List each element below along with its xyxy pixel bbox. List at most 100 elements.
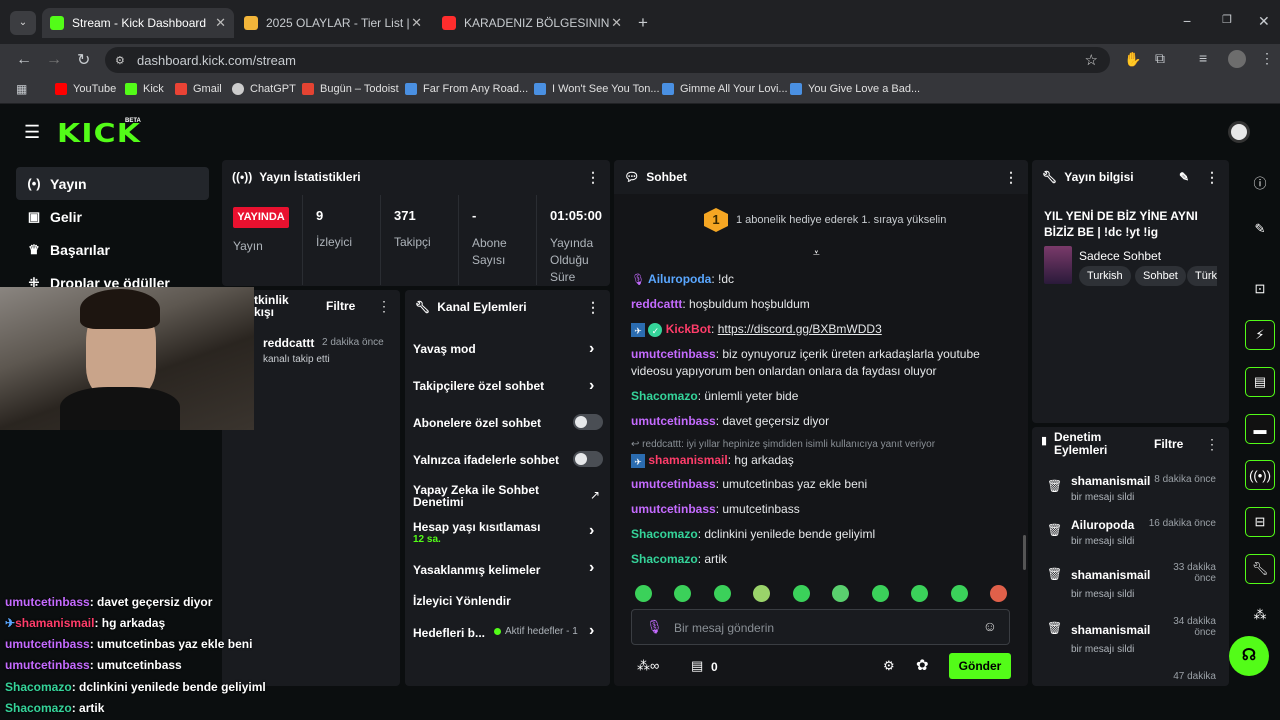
emote-icon[interactable] xyxy=(951,585,968,602)
tag-pill[interactable]: Türk xyxy=(1187,266,1217,286)
send-button[interactable]: Gönder xyxy=(949,653,1011,679)
apps-grid-icon[interactable]: ▦ xyxy=(16,82,27,96)
tab-search-button[interactable]: ⌄ xyxy=(10,11,36,35)
extension-icon[interactable]: ✋ xyxy=(1124,51,1141,68)
more-options-icon[interactable]: ⋮ xyxy=(1004,169,1018,186)
chat-message: umutcetinbass: davet geçersiz diyor xyxy=(631,414,830,428)
emote-icon[interactable] xyxy=(714,585,731,602)
mic-icon[interactable]: 🎙︎ xyxy=(646,619,663,635)
emote-icon[interactable] xyxy=(872,585,889,602)
chat-scrollbar[interactable] xyxy=(1023,535,1026,570)
lightning-icon[interactable]: ⚡︎ xyxy=(1245,320,1275,350)
site-settings-icon[interactable]: ⚙ xyxy=(115,54,125,67)
browser-menu-icon[interactable]: ⋮ xyxy=(1260,50,1274,67)
emoji-picker-icon[interactable]: ☺ xyxy=(983,618,997,634)
bookmark-youtube[interactable]: YouTube xyxy=(55,83,116,95)
chevron-right-icon[interactable]: › xyxy=(589,522,594,540)
raid-item[interactable]: İzleyici Yönlendir xyxy=(413,594,511,608)
store-icon[interactable]: ▤ xyxy=(691,658,703,674)
bookmark-kick[interactable]: Kick xyxy=(125,83,164,95)
points-icon[interactable]: ⁂ xyxy=(1245,600,1275,630)
reload-icon[interactable]: ↻ xyxy=(77,50,90,70)
profile-avatar[interactable] xyxy=(1228,50,1246,68)
notes-icon[interactable]: ▤ xyxy=(1245,367,1275,397)
activity-filter-button[interactable]: Filtre xyxy=(326,299,355,313)
goals-item[interactable]: Hedefleri b... xyxy=(413,626,485,640)
back-icon[interactable]: ← xyxy=(16,51,32,69)
restore-icon[interactable]: ❐ xyxy=(1222,13,1232,26)
browser-tab-2[interactable]: 2025 OLAYLAR - Tier List | Kor ... ✕ xyxy=(236,8,430,38)
emotes-only-toggle[interactable] xyxy=(573,451,603,467)
mod-filter-button[interactable]: Filtre xyxy=(1154,437,1183,451)
tag-pill[interactable]: Turkish xyxy=(1079,266,1131,286)
slow-mode-item[interactable]: Yavaş mod xyxy=(413,342,476,356)
chevron-right-icon[interactable]: › xyxy=(589,559,594,577)
emote-icon[interactable] xyxy=(635,585,652,602)
chevron-right-icon[interactable]: › xyxy=(589,340,594,358)
emote-icon[interactable] xyxy=(793,585,810,602)
emote-icon[interactable] xyxy=(911,585,928,602)
chat-icon[interactable]: ▬ xyxy=(1245,414,1275,444)
forward-icon[interactable]: → xyxy=(46,51,62,69)
browser-tab-3[interactable]: KARADENIZ BÖLGESININ EN Ç... ✕ xyxy=(434,8,630,38)
close-icon[interactable]: ✕ xyxy=(411,15,422,31)
address-bar[interactable]: ⚙ dashboard.kick.com/stream ☆ xyxy=(105,47,1110,73)
bookmark-gmail[interactable]: Gmail xyxy=(175,83,222,95)
bookmark-todoist[interactable]: Bugün – Todoist xyxy=(302,83,399,95)
close-icon[interactable]: ✕ xyxy=(611,15,622,31)
emote-icon[interactable] xyxy=(753,585,770,602)
new-tab-icon[interactable]: + xyxy=(638,13,648,33)
browser-tab-1[interactable]: Stream - Kick Dashboard ✕ xyxy=(42,8,234,38)
more-options-icon[interactable]: ⋮ xyxy=(1205,436,1219,453)
banned-words-item[interactable]: Yasaklanmış kelimeler xyxy=(413,563,540,577)
wrench-icon[interactable]: 🔧︎ xyxy=(1245,554,1275,584)
bookmark-star-icon[interactable]: ☆ xyxy=(1085,51,1098,69)
emote-icon[interactable] xyxy=(832,585,849,602)
nav-item-yayin[interactable]: (•) Yayın xyxy=(16,167,209,200)
category-name[interactable]: Sadece Sohbet xyxy=(1079,249,1161,263)
external-link-icon[interactable]: ↗ xyxy=(590,488,600,502)
gift-leaderboard-text[interactable]: 1 abonelik hediye ederek 1. sıraya yükse… xyxy=(736,214,946,226)
chevron-right-icon[interactable]: › xyxy=(589,377,594,395)
minimize-icon[interactable]: − xyxy=(1183,13,1191,29)
emote-icon[interactable] xyxy=(674,585,691,602)
bookmark-song-4[interactable]: You Give Love a Bad... xyxy=(790,83,920,95)
chat-input[interactable]: 🎙︎ Bir mesaj gönderin ☺ xyxy=(631,609,1010,645)
bookmark-song-3[interactable]: Gimme All Your Lovi... xyxy=(662,83,788,95)
followers-only-item[interactable]: Takipçilere özel sohbet xyxy=(413,379,544,393)
broadcast-icon: (•) xyxy=(27,176,41,191)
user-avatar[interactable] xyxy=(1228,121,1250,143)
bookmark-song-2[interactable]: I Won't See You Ton... xyxy=(534,83,660,95)
subscribers-only-toggle[interactable] xyxy=(573,414,603,430)
account-age-item[interactable]: Hesap yaşı kısıtlaması xyxy=(413,520,540,534)
window-close-icon[interactable]: ✕ xyxy=(1258,13,1270,30)
media-control-icon[interactable]: ≡ xyxy=(1199,50,1207,66)
tag-pill[interactable]: Sohbet xyxy=(1135,266,1186,286)
nav-item-basarilar[interactable]: ♛ Başarılar xyxy=(16,233,209,266)
edit-icon[interactable]: ✎ xyxy=(1179,170,1189,184)
more-options-icon[interactable]: ⋮ xyxy=(1205,169,1219,186)
edit-icon[interactable]: ✎ xyxy=(1245,214,1275,244)
bookmark-song-1[interactable]: Far From Any Road... xyxy=(405,83,528,95)
layout-icon[interactable]: ⊟ xyxy=(1245,507,1275,537)
screenshot-icon[interactable]: ⊡ xyxy=(1245,274,1275,304)
chevron-right-icon[interactable]: › xyxy=(589,622,594,640)
chat-settings-icon[interactable]: ⚙ xyxy=(883,658,895,674)
mic-icon: 🎙︎ xyxy=(631,274,649,286)
close-icon[interactable]: ✕ xyxy=(215,15,226,31)
emote-icon[interactable] xyxy=(990,585,1007,602)
more-options-icon[interactable]: ⋮ xyxy=(586,299,600,316)
collapse-pinned-icon[interactable]: ⩡ xyxy=(813,246,820,261)
nav-item-gelir[interactable]: ▣ Gelir xyxy=(16,200,209,233)
support-button[interactable]: ☊ xyxy=(1229,636,1269,676)
more-options-icon[interactable]: ⋮ xyxy=(377,298,391,315)
channel-points-icon[interactable]: ⁂∞ xyxy=(637,658,659,674)
emote-menu-icon[interactable]: ✿ xyxy=(916,656,929,674)
broadcast-icon[interactable]: ((•)) xyxy=(1245,460,1275,490)
bookmark-chatgpt[interactable]: ChatGPT xyxy=(232,83,296,95)
more-options-icon[interactable]: ⋮ xyxy=(586,169,600,186)
ai-moderation-item[interactable]: Yapay Zeka ile Sohbet Denetimi xyxy=(413,484,558,508)
extensions-puzzle-icon[interactable]: ⧉ xyxy=(1155,50,1165,67)
info-icon[interactable]: ⓘ xyxy=(1245,167,1275,197)
hamburger-menu-icon[interactable]: ☰ xyxy=(24,122,40,143)
